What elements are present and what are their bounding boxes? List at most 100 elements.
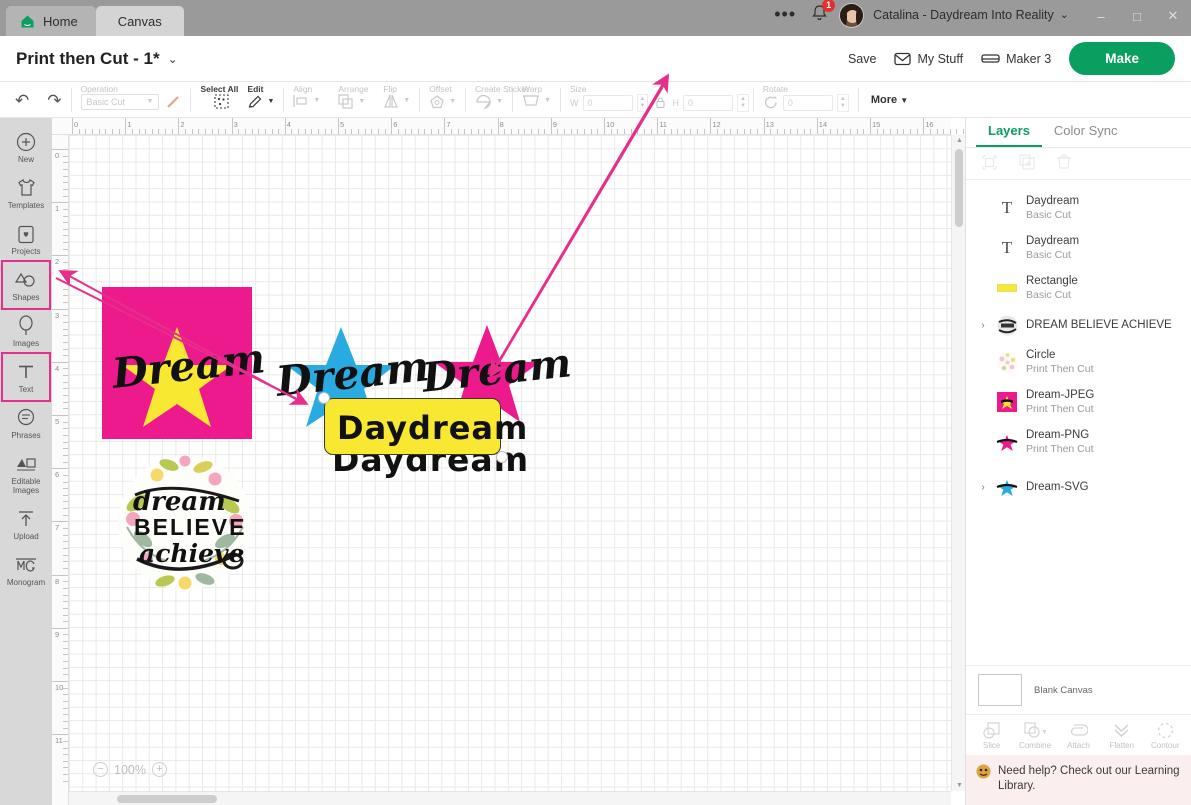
- op-combine[interactable]: ▼ Combine: [1014, 721, 1056, 750]
- canvas-color-swatch[interactable]: [978, 674, 1022, 706]
- account-name[interactable]: Catalina - Daydream Into Reality: [864, 8, 1060, 28]
- warp-icon[interactable]: [522, 94, 540, 108]
- sidebar-item-shapes[interactable]: Shapes: [3, 262, 49, 308]
- sidebar-item-new[interactable]: New: [3, 124, 49, 170]
- rotate-input[interactable]: 0: [783, 95, 833, 111]
- pen-icon[interactable]: [165, 94, 181, 110]
- add-layer-icon[interactable]: [1019, 154, 1035, 173]
- window-close-button[interactable]: ✕: [1155, 3, 1191, 33]
- account-chevron-down-icon[interactable]: ⌄: [1060, 8, 1083, 28]
- edit-group[interactable]: Edit ▼: [238, 82, 283, 118]
- machine-selector[interactable]: Maker 3: [981, 52, 1051, 66]
- sidebar-item-text[interactable]: Text: [3, 354, 49, 400]
- edit-pencil-icon[interactable]: [247, 94, 263, 110]
- artwork-yellow-rectangle[interactable]: Daydream: [324, 398, 501, 455]
- op-flatten[interactable]: Flatten: [1101, 721, 1143, 750]
- tab-layers[interactable]: Layers: [976, 118, 1042, 147]
- sidebar-item-projects[interactable]: Projects: [3, 216, 49, 262]
- select-all-icon[interactable]: [214, 94, 229, 109]
- size-width-stepper[interactable]: ▲▼: [637, 94, 649, 112]
- select-all-group[interactable]: Select All: [191, 82, 238, 118]
- selection-handle-delete[interactable]: [318, 392, 330, 404]
- tab-home[interactable]: Home: [6, 6, 96, 36]
- layer-row-dream-png[interactable]: Dream-PNG Print Then Cut: [966, 422, 1191, 462]
- align-group[interactable]: Align ▼: [284, 82, 329, 118]
- rotate-icon[interactable]: [763, 95, 779, 110]
- canvas-horizontal-scrollbar[interactable]: [69, 791, 951, 805]
- make-button[interactable]: Make: [1069, 42, 1175, 75]
- operation-chevron-down-icon[interactable]: ▼: [147, 98, 154, 105]
- layer-row-dream-svg[interactable]: › Dream-SVG: [966, 470, 1191, 504]
- offset-group[interactable]: Offset ▼: [420, 82, 465, 118]
- sidebar-item-templates[interactable]: Templates: [3, 170, 49, 216]
- sidebar-item-phrases[interactable]: Phrases: [3, 400, 49, 446]
- edit-chevron-down-icon[interactable]: ▼: [267, 98, 274, 105]
- zoom-in-button[interactable]: +: [152, 762, 167, 777]
- layer-list[interactable]: T Daydream Basic Cut T Daydream Basic Cu…: [966, 180, 1191, 665]
- avatar[interactable]: [839, 3, 864, 28]
- sidebar-item-editable-images[interactable]: Editable Images: [3, 446, 49, 501]
- tab-canvas[interactable]: Canvas: [96, 6, 184, 36]
- flip-chevron-down-icon[interactable]: ▼: [403, 97, 410, 104]
- artwork-dream-jpeg[interactable]: Dream: [102, 287, 252, 439]
- arrange-group[interactable]: Arrange ▼: [329, 82, 374, 118]
- more-button[interactable]: More ▼: [871, 94, 908, 106]
- size-width-input[interactable]: 0: [583, 95, 633, 111]
- chevron-right-icon[interactable]: ›: [978, 482, 988, 493]
- scroll-up-arrow-icon[interactable]: ▲: [956, 137, 963, 144]
- op-attach[interactable]: Attach: [1057, 721, 1099, 750]
- project-title[interactable]: Print then Cut - 1*: [16, 49, 160, 69]
- align-icon[interactable]: [293, 94, 309, 108]
- layer-row-rectangle[interactable]: Rectangle Basic Cut: [966, 268, 1191, 308]
- layer-row-daydream-1[interactable]: T Daydream Basic Cut: [966, 188, 1191, 228]
- blank-canvas-row[interactable]: Blank Canvas: [966, 665, 1191, 714]
- sidebar-item-upload[interactable]: Upload: [3, 501, 49, 547]
- undo-button[interactable]: ↶: [6, 91, 38, 111]
- zoom-out-button[interactable]: −: [93, 762, 108, 777]
- warp-group[interactable]: Warp ▼: [513, 82, 560, 118]
- op-contour[interactable]: Contour: [1144, 721, 1186, 750]
- flip-group[interactable]: Flip ▼: [374, 82, 419, 118]
- warp-chevron-down-icon[interactable]: ▼: [544, 97, 551, 104]
- sidebar-item-monogram[interactable]: Monogram: [3, 547, 49, 593]
- layer-row-circle[interactable]: Circle Print Then Cut: [966, 342, 1191, 382]
- offset-icon[interactable]: [429, 94, 445, 110]
- scroll-down-arrow-icon[interactable]: ▼: [956, 782, 963, 789]
- delete-layer-icon[interactable]: [1057, 154, 1071, 173]
- rotate-stepper[interactable]: ▲▼: [837, 94, 849, 112]
- canvas-vertical-scrollbar[interactable]: ▲ ▼: [951, 135, 965, 791]
- layer-row-daydream-2[interactable]: T Daydream Basic Cut: [966, 228, 1191, 268]
- size-height-input[interactable]: 0: [683, 95, 733, 111]
- sticker-icon[interactable]: [475, 94, 492, 110]
- offset-chevron-down-icon[interactable]: ▼: [449, 98, 456, 105]
- window-maximize-button[interactable]: □: [1119, 3, 1155, 33]
- layer-row-dream-jpeg[interactable]: Dream-JPEG Print Then Cut: [966, 382, 1191, 422]
- flip-icon[interactable]: [383, 94, 399, 108]
- arrange-icon[interactable]: [338, 94, 354, 109]
- op-slice[interactable]: Slice: [971, 721, 1013, 750]
- tab-color-sync[interactable]: Color Sync: [1042, 118, 1130, 147]
- artwork-circle-floral[interactable]: dream BELIEVE achieve: [117, 455, 253, 591]
- redo-button[interactable]: ↷: [38, 91, 70, 111]
- help-banner[interactable]: Need help? Check out our Learning Librar…: [966, 755, 1191, 805]
- canvas-grid[interactable]: Dream Dream Dream Daydream: [69, 135, 951, 791]
- my-stuff-button[interactable]: My Stuff: [894, 52, 963, 66]
- layer-row-dream-believe-achieve[interactable]: › DREAM BELIEVE ACHIEVE: [966, 308, 1191, 342]
- align-chevron-down-icon[interactable]: ▼: [313, 97, 320, 104]
- save-button[interactable]: Save: [848, 52, 877, 66]
- duplicate-selection-icon[interactable]: [982, 155, 997, 173]
- vertical-scroll-thumb[interactable]: [955, 149, 963, 227]
- sidebar-item-images[interactable]: Images: [3, 308, 49, 354]
- overflow-menu-icon[interactable]: •••: [774, 4, 810, 33]
- horizontal-scroll-thumb[interactable]: [117, 795, 217, 803]
- arrange-chevron-down-icon[interactable]: ▼: [358, 98, 365, 105]
- window-minimize-button[interactable]: –: [1083, 3, 1119, 33]
- project-title-chevron-down-icon[interactable]: ⌄: [168, 52, 178, 66]
- size-height-stepper[interactable]: ▲▼: [737, 94, 749, 112]
- design-canvas[interactable]: 012345678910111213141516 01234567891011 …: [52, 118, 965, 805]
- create-sticker-group[interactable]: Create Sticker ▼: [466, 82, 512, 118]
- lock-aspect-icon[interactable]: [652, 97, 668, 108]
- chevron-right-icon[interactable]: ›: [978, 320, 988, 331]
- create-sticker-chevron-down-icon[interactable]: ▼: [496, 98, 503, 105]
- notifications-bell[interactable]: 1: [810, 3, 839, 34]
